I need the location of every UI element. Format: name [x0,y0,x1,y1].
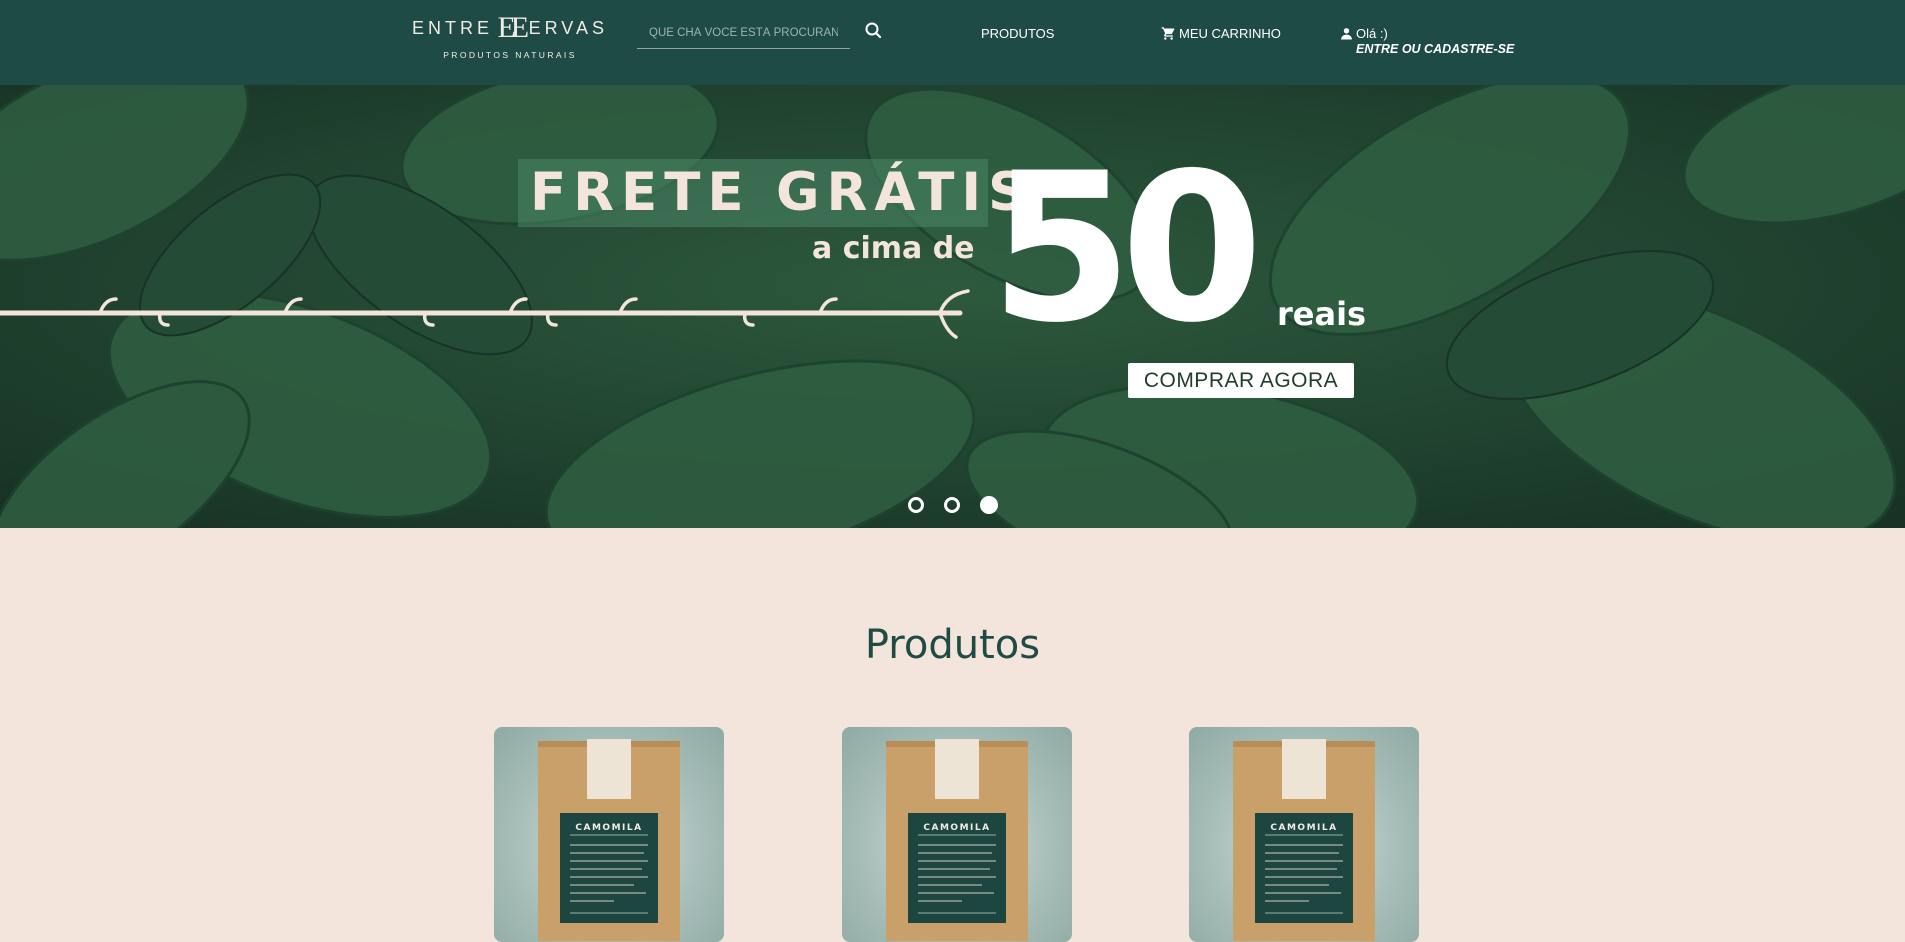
cart-icon [1161,26,1175,40]
logo-subtitle: PRODUTOS NATURAIS [443,50,577,60]
promo-subline: a cima de [812,231,975,266]
signin-link[interactable]: ENTRE OU CADASTRE-SE [1356,42,1514,56]
product-card[interactable]: CAMOMILA [1189,727,1419,942]
search-button[interactable] [863,20,885,42]
search-bar [637,20,850,49]
product-card[interactable]: CAMOMILA [494,727,724,942]
carousel-dot-2[interactable] [944,497,960,513]
tea-bag-image [886,739,1028,941]
logo-word-right: ERVAS [528,17,608,38]
nav-products-link[interactable]: PRODUTOS [981,26,1054,41]
site-header: ENTRE EE ERVAS PRODUTOS NATURAIS PRODUTO… [0,0,1905,85]
product-card[interactable]: CAMOMILA [842,727,1072,942]
promo-unit: reais [1277,295,1367,333]
promo-headline: FRETE GRÁTIS [530,162,1034,223]
carousel-dot-1[interactable] [908,497,924,513]
product-name: CAMOMILA [575,823,643,833]
product-name: CAMOMILA [923,823,991,833]
products-heading: Produtos [864,622,1041,668]
user-icon [1341,27,1352,39]
search-input[interactable] [637,20,850,46]
product-name: CAMOMILA [1270,823,1338,833]
cart-label: MEU CARRINHO [1179,25,1281,41]
carousel-dot-3-active[interactable] [980,496,998,514]
promo-amount: 50 [990,130,1263,368]
tea-bag-image [538,739,680,941]
logo-word-left: ENTRE [412,17,494,38]
buy-now-button[interactable]: COMPRAR AGORA [1128,363,1354,398]
leaves-background-image [0,85,1905,528]
hero-banner[interactable]: FRETE GRÁTIS a cima de 50 reais COMPRAR … [0,85,1905,528]
cart-link[interactable]: MEU CARRINHO [1161,24,1281,42]
brand-logo[interactable]: ENTRE EE ERVAS PRODUTOS NATURAIS [412,12,608,62]
search-icon [865,22,882,39]
greeting-text: Olá :) [1356,25,1388,41]
logo-mark: EE [497,11,529,44]
tea-bag-image [1233,739,1375,941]
account-area: Olá :) ENTRE OU CADASTRE-SE [1340,24,1514,56]
